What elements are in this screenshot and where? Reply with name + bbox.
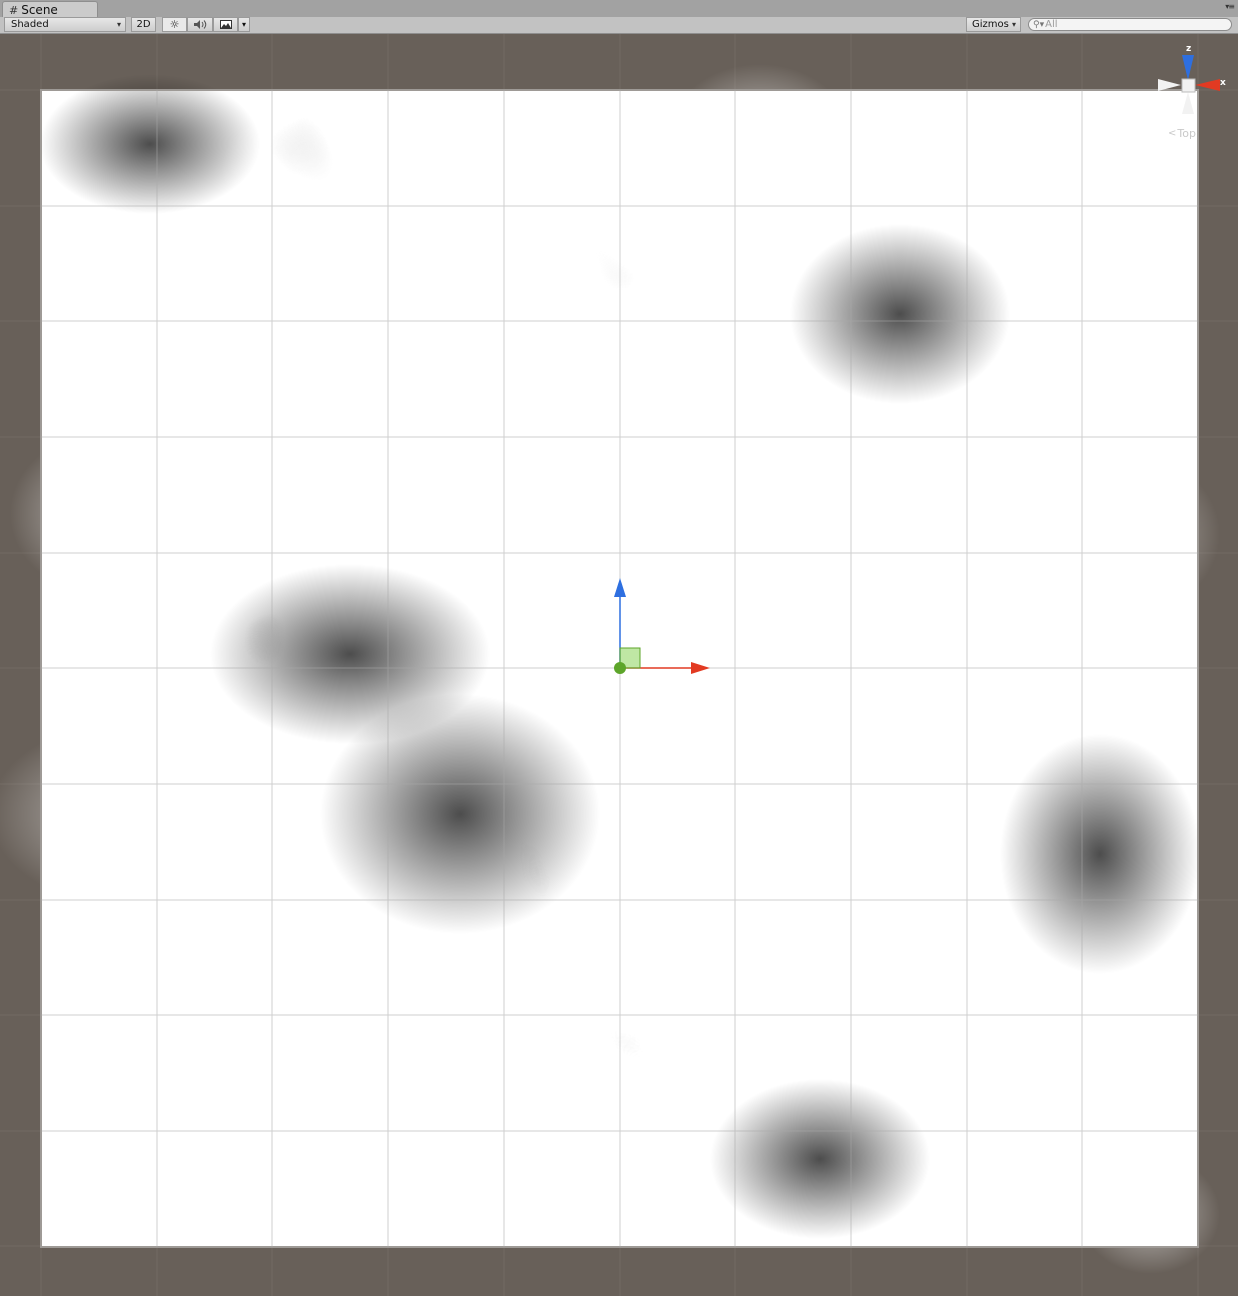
window-menu-icon[interactable]: ▾≡ [1225, 2, 1235, 11]
scene-tab-label: Scene [21, 3, 58, 17]
effects-toggle-button[interactable] [213, 17, 238, 32]
neg-x-axis-cone-icon[interactable] [1158, 79, 1181, 91]
chevron-left-icon: < [1168, 128, 1177, 139]
toggle-2d-button[interactable]: 2D [131, 17, 156, 32]
toggle-2d-label: 2D [136, 19, 151, 30]
gizmos-dropdown[interactable]: Gizmos ▾ [966, 17, 1021, 32]
chevron-down-icon: ▾ [1011, 20, 1016, 29]
terrain-heightmap [0, 64, 1220, 1274]
scene-viewport[interactable]: z x < Top [0, 34, 1238, 1296]
chevron-down-icon: ▾ [241, 20, 246, 29]
scene-toolbar: Shaded ▾ 2D ☼ ▾ Gizmos ▾ ⚲▾ All [0, 17, 1238, 34]
center-cube-icon[interactable] [1181, 78, 1196, 93]
speaker-icon [194, 20, 207, 29]
gizmos-label: Gizmos [972, 19, 1009, 30]
lighting-toggle-button[interactable]: ☼ [162, 17, 187, 32]
grid-icon: # [9, 3, 19, 17]
scene-view-canvas [0, 34, 1238, 1296]
view-mode-label[interactable]: < Top [1168, 127, 1196, 140]
window-tab-bar: # Scene ▾≡ [0, 0, 1238, 18]
audio-toggle-button[interactable] [187, 17, 213, 32]
scene-search-input[interactable]: ⚲▾ All [1028, 18, 1232, 31]
search-placeholder: All [1045, 19, 1058, 30]
draw-mode-dropdown[interactable]: Shaded ▾ [4, 17, 126, 32]
y-axis-handle-icon[interactable] [614, 662, 626, 674]
x-axis-cone-icon[interactable] [1195, 79, 1220, 91]
gizmo-z-label: z [1186, 44, 1192, 54]
chevron-down-icon: ▾ [116, 20, 121, 29]
sun-icon: ☼ [169, 18, 180, 31]
neg-z-axis-cone-icon[interactable] [1182, 92, 1194, 114]
view-mode-text: Top [1177, 127, 1196, 140]
z-axis-cone-icon[interactable] [1182, 55, 1194, 80]
gizmo-x-label: x [1220, 78, 1226, 88]
scene-tab[interactable]: # Scene [2, 1, 98, 18]
image-icon [219, 20, 232, 29]
search-icon: ⚲▾ [1033, 19, 1045, 30]
effects-dropdown-button[interactable]: ▾ [238, 17, 250, 32]
draw-mode-label: Shaded [11, 19, 49, 30]
